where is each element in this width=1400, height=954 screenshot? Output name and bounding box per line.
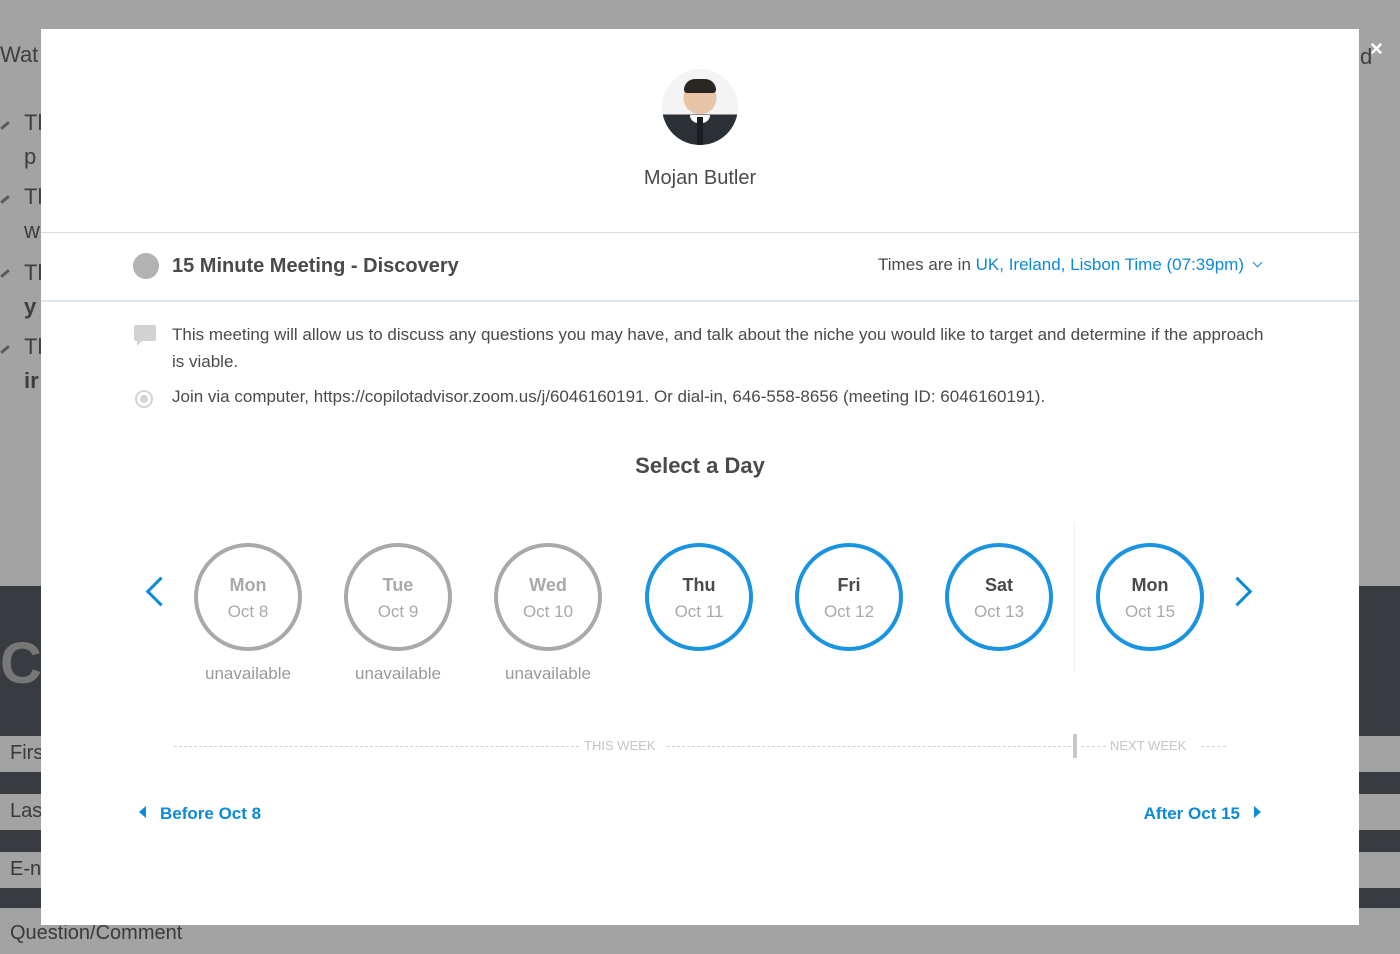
- bg-list-fragment: Tl: [24, 260, 43, 285]
- day-button[interactable]: Thu Oct 11: [645, 543, 753, 651]
- bg-list-fragment: ir: [24, 368, 39, 393]
- avatar-tie: [697, 117, 703, 145]
- bg-heading-fragment: Wat: [0, 42, 39, 67]
- avatar-hair: [684, 79, 716, 93]
- day-date: Oct 12: [823, 602, 875, 621]
- day-button: Mon Oct 8: [194, 543, 302, 651]
- avatar: [662, 69, 738, 145]
- after-link[interactable]: After Oct 15: [1144, 804, 1261, 824]
- day-date: Oct 9: [377, 602, 419, 621]
- day-date: Oct 10: [522, 602, 574, 621]
- caret-right-icon[interactable]: [1254, 806, 1261, 818]
- pencil-icon: [0, 195, 10, 204]
- chevron-left-icon[interactable]: [145, 576, 176, 607]
- bg-section-fragment: C: [0, 631, 42, 696]
- bg-field-label: E-n: [10, 858, 42, 880]
- day-button[interactable]: Fri Oct 12: [795, 543, 903, 651]
- before-label[interactable]: Before Oct 8: [160, 804, 261, 823]
- before-link[interactable]: Before Oct 8: [139, 804, 261, 824]
- timeline-dash: [174, 746, 579, 747]
- divider: [41, 232, 1359, 233]
- divider: [41, 300, 1359, 302]
- bg-list-fragment: Tl: [24, 334, 43, 359]
- week-marker: [1073, 734, 1077, 758]
- day-name: Tue: [382, 575, 414, 595]
- chevron-right-icon[interactable]: [1222, 576, 1253, 607]
- day-name: Mon: [1131, 575, 1169, 595]
- speech-bubble-icon: [134, 325, 156, 346]
- bg-list-fragment: w: [24, 218, 40, 243]
- bg-list-fragment: p: [24, 144, 37, 169]
- event-location: Join via computer, https://copilotadviso…: [172, 387, 1046, 406]
- event-color-dot-icon: [133, 253, 159, 279]
- timeline-dash: [667, 746, 1071, 747]
- bg-field-label: Las: [10, 800, 43, 822]
- timezone-prefix: Times are in: [878, 255, 971, 274]
- location-target-icon: [135, 390, 153, 408]
- event-description: This meeting will allow us to discuss an…: [172, 325, 1264, 371]
- caret-left-icon[interactable]: [139, 806, 146, 818]
- day-unavailable-label: unavailable: [504, 664, 591, 683]
- day-name: Sat: [984, 575, 1013, 595]
- bg-list-fragment: Tl: [24, 110, 43, 135]
- day-unavailable-label: unavailable: [354, 664, 441, 683]
- host-name: Mojan Butler: [643, 167, 757, 189]
- pencil-icon: [0, 269, 10, 278]
- day-date: Oct 11: [674, 602, 724, 621]
- timezone-dropdown[interactable]: UK, Ireland, Lisbon Time (07:39pm): [976, 255, 1263, 274]
- week-separator: [1074, 522, 1075, 672]
- chevron-down-icon[interactable]: [1252, 257, 1263, 268]
- day-button[interactable]: Mon Oct 15: [1096, 543, 1204, 651]
- day-name: Thu: [682, 575, 716, 595]
- day-unavailable-label: unavailable: [204, 664, 291, 683]
- day-date: Oct 13: [973, 602, 1025, 621]
- pencil-icon: [0, 121, 10, 130]
- bg-list-fragment: Tl: [24, 184, 43, 209]
- timeline-dash: [1201, 746, 1226, 747]
- close-icon[interactable]: ×: [1370, 36, 1383, 62]
- day-name: Wed: [529, 575, 567, 595]
- timezone-value[interactable]: UK, Ireland, Lisbon Time (07:39pm): [976, 255, 1244, 274]
- this-week-label: THIS WEEK: [584, 738, 656, 753]
- day-date: Oct 15: [1124, 602, 1176, 621]
- day-button: Tue Oct 9: [344, 543, 452, 651]
- bg-field-label: Question/Comment: [10, 922, 183, 944]
- pencil-icon: [0, 345, 10, 354]
- day-name: Fri: [837, 575, 861, 595]
- after-label[interactable]: After Oct 15: [1144, 804, 1240, 823]
- timeline-dash: [1081, 746, 1106, 747]
- day-button[interactable]: Sat Oct 13: [945, 543, 1053, 651]
- scheduling-modal: Mojan Butler 15 Minute Meeting - Discove…: [41, 29, 1359, 925]
- timezone-selector: Times are in UK, Ireland, Lisbon Time (0…: [878, 255, 1263, 275]
- next-week-label: NEXT WEEK: [1110, 738, 1187, 753]
- day-button: Wed Oct 10: [494, 543, 602, 651]
- bg-field-label: Firs: [10, 742, 44, 764]
- day-date: Oct 8: [227, 602, 269, 621]
- event-title: 15 Minute Meeting - Discovery: [172, 255, 459, 277]
- select-day-title: Select a Day: [635, 453, 765, 478]
- day-name: Mon: [229, 575, 267, 595]
- bg-list-fragment: y: [24, 294, 37, 319]
